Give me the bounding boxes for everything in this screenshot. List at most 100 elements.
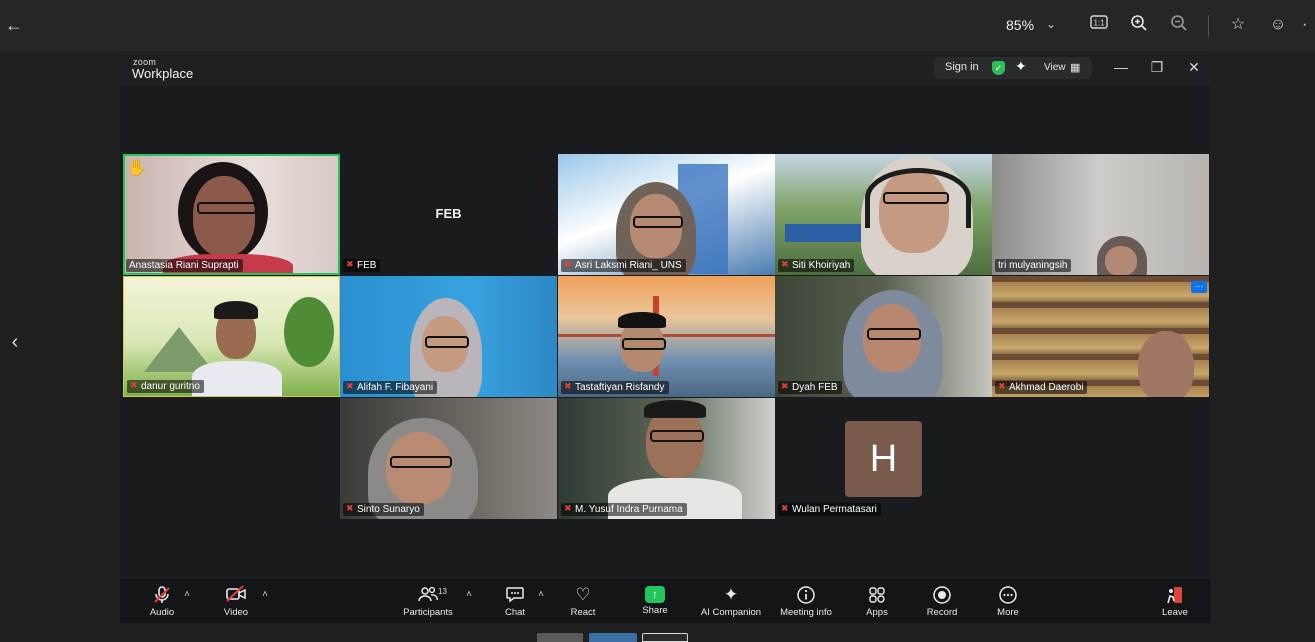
video-options-caret[interactable]: ˄: [260, 589, 270, 600]
thumbnail[interactable]: [589, 633, 637, 642]
mic-off-icon: ✖: [564, 259, 572, 269]
video-tile[interactable]: ✖ Siti Khoiriyah: [775, 154, 992, 275]
grid-icon[interactable]: ▦: [1070, 61, 1080, 74]
participant-name: ✖ danur guritno: [127, 380, 204, 393]
workplace-logo: Workplace: [132, 66, 194, 81]
mic-off-icon: ✖: [781, 259, 789, 269]
more-options-button[interactable]: ···: [1191, 281, 1207, 293]
video-tile[interactable]: ✖ M. Yusuf Indra Purnama: [558, 398, 775, 519]
video-tile[interactable]: ✖ Asri Laksmi Riani_ UNS: [558, 154, 775, 275]
participant-hair: [214, 301, 258, 319]
participant-glasses: [425, 336, 469, 348]
video-off-icon: [225, 585, 247, 605]
participant-face: [1105, 246, 1137, 275]
participant-count: 13: [438, 587, 447, 596]
leave-icon: [1164, 585, 1186, 605]
participant-glasses: [650, 430, 704, 442]
participant-glasses: [390, 456, 452, 468]
participant-name: ✖ Alifah F. Fibayani: [343, 381, 438, 394]
zoom-meeting-window: zoom Workplace Sign in ✓ ✦ View ▦ — ❐ ✕ …: [120, 51, 1210, 623]
participant-name: tri mulyaningsih: [995, 259, 1072, 272]
video-tile[interactable]: ✖ Tastaftiyan Risfandy: [558, 276, 775, 397]
video-button[interactable]: Video: [218, 585, 254, 623]
participants-button[interactable]: 13 Participants: [400, 585, 456, 623]
more-icon[interactable]: ·: [1302, 14, 1315, 36]
video-tile[interactable]: tri mulyaningsih: [992, 154, 1209, 275]
view-button[interactable]: View: [1044, 62, 1066, 73]
participant-glasses: [867, 328, 921, 340]
mic-off-icon: ✖: [346, 381, 354, 391]
toolbar-divider: [1208, 15, 1209, 37]
shield-icon[interactable]: ✓: [992, 61, 1005, 75]
ai-companion-button[interactable]: ✦ AI Companion: [698, 585, 764, 623]
sparkle-icon: ✦: [723, 585, 739, 604]
video-tile[interactable]: ✖ Sinto Sunaryo: [340, 398, 557, 519]
zoom-out-icon[interactable]: [1168, 14, 1190, 36]
participant-clothing: [192, 361, 282, 396]
video-tile[interactable]: ✖ danur guritno: [123, 276, 340, 397]
close-icon[interactable]: ✕: [1183, 57, 1205, 77]
thumbnail[interactable]: [537, 633, 583, 642]
more-button[interactable]: More: [992, 585, 1024, 623]
more-icon: [997, 585, 1019, 605]
zoom-in-icon[interactable]: [1128, 14, 1150, 36]
mic-muted-icon: [151, 585, 173, 605]
sign-in-button[interactable]: Sign in: [945, 61, 979, 73]
star-icon[interactable]: ☆: [1227, 14, 1249, 36]
participant-face: [386, 432, 452, 504]
avatar: H: [845, 421, 922, 497]
video-tile[interactable]: FEB ✖ FEB: [340, 154, 557, 275]
participant-name: ✖ M. Yusuf Indra Purnama: [561, 503, 687, 516]
participant-glasses: [197, 202, 257, 214]
participant-name: ✖ Asri Laksmi Riani_ UNS: [561, 259, 686, 272]
title-bar-actions: Sign in ✓ ✦ View ▦: [934, 57, 1092, 79]
sparkle-icon[interactable]: ✦: [1015, 58, 1027, 75]
record-icon: [931, 585, 953, 605]
react-button[interactable]: ♡ React: [566, 585, 600, 623]
share-button[interactable]: ↑ Share: [638, 585, 672, 623]
participant-name: ✖ Dyah FEB: [778, 381, 842, 394]
video-tile[interactable]: ✖ Alifah F. Fibayani: [340, 276, 557, 397]
mic-off-icon: ✖: [781, 503, 789, 513]
video-tile[interactable]: H ✖ Wulan Permatasari: [775, 398, 992, 519]
leave-button[interactable]: Leave: [1158, 585, 1192, 623]
chat-button[interactable]: Chat: [500, 585, 530, 623]
participants-icon: [417, 585, 439, 605]
video-tile[interactable]: ✋ Anastasia Riani Suprapti: [123, 154, 340, 275]
chat-options-caret[interactable]: ˄: [536, 589, 546, 600]
emoji-icon[interactable]: ☺: [1267, 14, 1289, 36]
participant-name: ✖ Tastaftiyan Risfandy: [561, 381, 669, 394]
restore-icon[interactable]: ❐: [1146, 57, 1168, 77]
chevron-left-icon[interactable]: ‹: [6, 330, 24, 354]
mic-off-icon: ✖: [346, 503, 354, 513]
viewer-toolbar: ← 85% ⌄ 1:1 ☆ ☺ ·: [0, 0, 1315, 52]
info-icon: [795, 585, 817, 605]
actual-size-icon[interactable]: 1:1: [1088, 14, 1110, 36]
participant-display-name: FEB: [435, 206, 462, 221]
record-button[interactable]: Record: [924, 585, 960, 623]
participants-options-caret[interactable]: ˄: [464, 589, 474, 600]
zoom-level: 85%: [1006, 17, 1035, 33]
back-arrow-icon[interactable]: ←: [4, 14, 24, 36]
participant-glasses: [633, 216, 683, 228]
participant-face: [1138, 331, 1194, 397]
participant-name: ✖ Wulan Permatasari: [778, 503, 881, 516]
video-tile[interactable]: ✖ Dyah FEB: [775, 276, 992, 397]
audio-options-caret[interactable]: ˄: [182, 589, 192, 600]
participant-name: ✖ Akhmad Daerobi: [995, 381, 1088, 394]
participant-name: ✖ Siti Khoiriyah: [778, 259, 855, 272]
audio-button[interactable]: Audio: [144, 585, 180, 623]
mic-off-icon: ✖: [130, 380, 138, 390]
video-tile[interactable]: ··· ✖ Akhmad Daerobi: [992, 276, 1209, 397]
meeting-info-button[interactable]: Meeting info: [776, 585, 836, 623]
raised-hand-icon: ✋: [127, 160, 147, 177]
svg-text:1:1: 1:1: [1093, 19, 1105, 28]
bridge-deck: [558, 334, 775, 337]
participant-hair: [618, 312, 666, 328]
apps-button[interactable]: Apps: [862, 585, 892, 623]
heart-icon: ♡: [575, 585, 591, 604]
participant-name: Anastasia Riani Suprapti: [126, 259, 243, 272]
thumbnail-selected[interactable]: [642, 633, 688, 642]
chevron-down-icon[interactable]: ⌄: [1046, 17, 1056, 31]
minimize-icon[interactable]: —: [1110, 57, 1132, 77]
